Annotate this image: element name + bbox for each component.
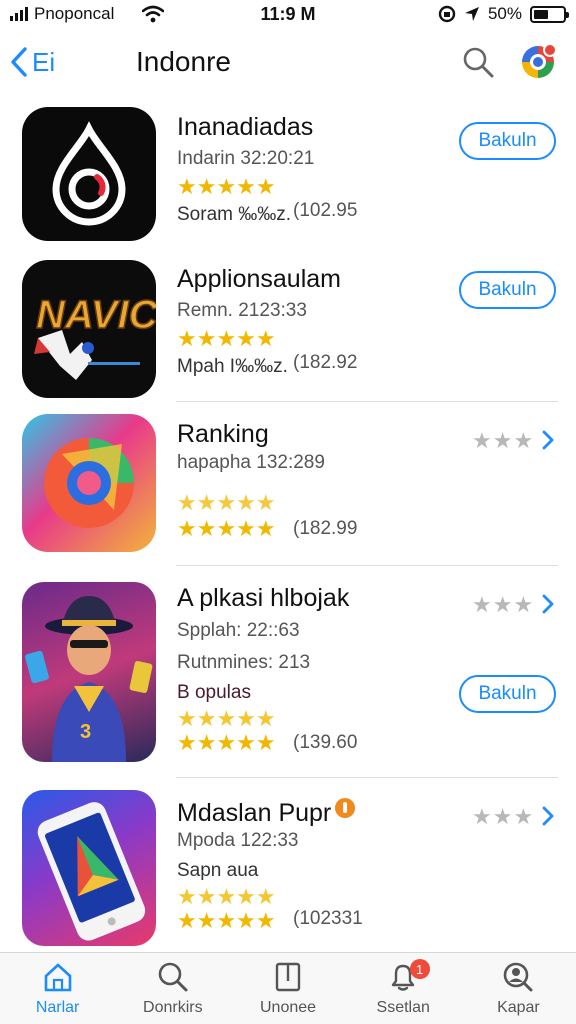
chevron-left-icon [11,47,27,77]
tab-label: Kapar [497,999,540,1016]
app-meta: Remn. 2123:33 [177,300,307,321]
list-item[interactable]: NAVICA Applionsaulam Remn. 2123:33 ★★★★★… [0,248,576,402]
grey-rating-stars: ★★★ [472,428,535,453]
battery-percent: 50% [487,4,522,23]
profile-search-icon [504,962,533,992]
rotation-lock-icon [438,5,456,23]
tab-label: Unonee [259,999,317,1016]
list-item[interactable]: Inanadiadas Indarin 32:20:21 ★★★★★ Soram… [0,96,576,248]
home-icon [44,963,71,992]
rating-stars: ★★★★★ [177,326,276,351]
app-name: Ranking [177,420,269,448]
app-name: A plkasi hlbojak [177,584,350,612]
chevron-right-icon[interactable] [540,594,556,614]
grey-rating-stars: ★★★ [472,592,535,617]
rating-stars: ★★★★★ [177,730,276,755]
rating-count: (139.60 [293,732,358,753]
get-button[interactable]: Bakuln [459,675,556,713]
carrier-label: Pnoponcal [34,4,115,23]
app-meta: Indarin 32:20:21 [177,148,315,169]
app-meta: Mpoda 122:33 [177,830,299,851]
wifi-icon [142,5,165,23]
list-item[interactable]: Mdaslan Pupr Mpoda 122:33 Sapn aua ★★★★★… [0,778,576,952]
battery-icon [530,5,569,23]
tab-home[interactable]: Narlar [0,953,115,1024]
tab-profile[interactable]: Kapar [461,953,576,1024]
app-meta: Spplah: 22::63 [177,620,300,641]
back-button[interactable]: Ei [10,44,55,80]
rating-stars: ★★★★★ [177,174,276,199]
book-icon [275,962,301,992]
app-name: Mdaslan Pupr [177,798,356,828]
notification-badge: 1 [409,959,430,979]
tab-label: Donrkirs [143,999,203,1016]
svg-text:NAVICA: NAVICA [36,293,156,337]
svg-text:3: 3 [80,721,91,743]
rating-stars: ★★★★★ [177,908,276,933]
tab-label: Ssetlan [376,999,430,1016]
app-subtitle: Sapn aua [177,860,259,881]
tab-label: Narlar [35,999,80,1016]
tab-notifications[interactable]: 1 Ssetlan [346,953,461,1024]
app-meta: hapapha 132:289 [177,452,325,473]
get-button[interactable]: Bakuln [459,271,556,309]
info-badge-icon [335,798,356,818]
status-bar: Pnoponcal 11:9 M 50% [0,0,576,28]
nav-bar: Ei Indonre [0,30,576,96]
back-label: Ei [32,46,56,77]
app-subtitle: Mpah I‰‰z. [177,356,288,377]
search-icon [158,962,188,992]
search-icon[interactable] [460,44,496,80]
tab-search[interactable]: Donrkirs [115,953,230,1024]
rating-stars: ★★★★★ [177,706,276,731]
list-item[interactable]: 3 A plkasi hlbojak Spplah: 22::63 Rutnmi… [0,566,576,778]
signal-icon [10,7,28,21]
rating-stars: ★★★★★ [177,884,276,909]
chevron-right-icon[interactable] [540,430,556,450]
app-list: Inanadiadas Indarin 32:20:21 ★★★★★ Soram… [0,96,576,952]
get-button[interactable]: Bakuln [459,122,556,160]
location-icon [464,7,479,21]
rating-stars: ★★★★★ [177,516,276,541]
list-item[interactable]: Ranking hapapha 132:289 ★★★★★ ★★★★★ (182… [0,402,576,566]
colorful-swirl-icon [22,414,156,552]
rating-count: (182.99 [293,518,358,539]
app-category: B opulas [177,682,251,703]
chevron-right-icon[interactable] [540,806,556,826]
app-name: Inanadiadas [177,113,314,141]
app-subtitle: Soram ‰‰z. [177,204,292,225]
page-title: Indonre [136,46,231,77]
account-avatar-icon[interactable] [518,42,558,82]
droplet-ring-icon [22,107,156,241]
phone-icon [22,790,156,946]
app-name: Applionsaulam [177,265,341,293]
rating-count: (102.95 [293,200,358,221]
app-name-text: Mdaslan Pupr [177,799,332,827]
tab-bar: Narlar Donrkirs Unonee 1 Ssetlan Kapar [0,952,576,1024]
rating-count: (182.92 [293,352,358,373]
grey-rating-stars: ★★★ [472,804,535,829]
app-meta-secondary: Rutnmines: 213 [177,652,311,673]
rating-stars: ★★★★★ [177,490,276,515]
game-logo-icon: NAVICA [22,260,156,398]
character-hat-icon: 3 [22,582,156,762]
rating-count: (102331 [293,908,363,929]
tab-library[interactable]: Unonee [230,953,345,1024]
